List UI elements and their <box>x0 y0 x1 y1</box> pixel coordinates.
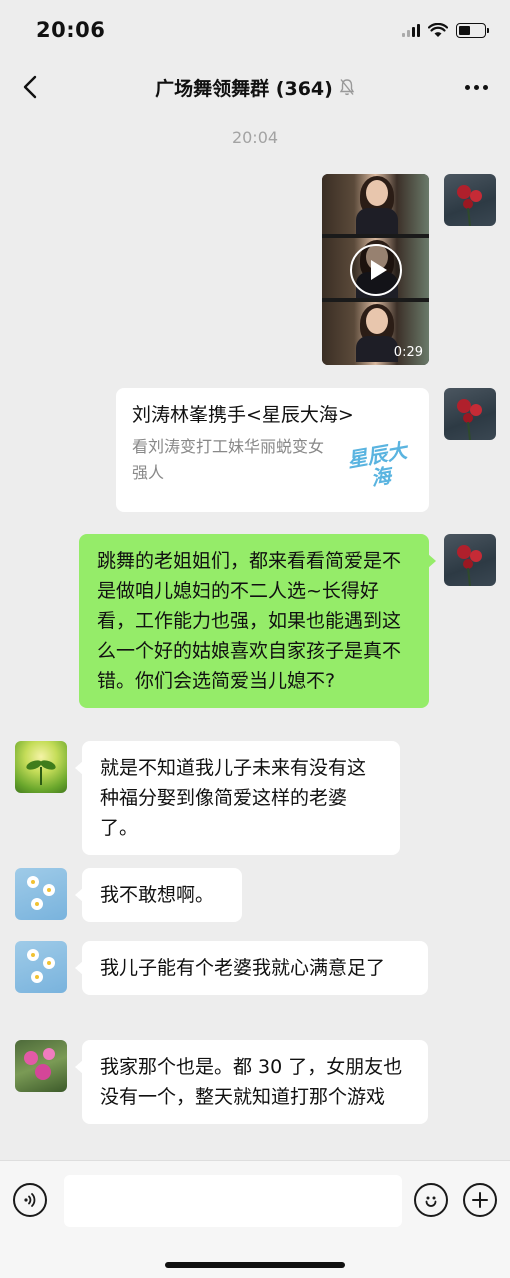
wifi-icon <box>428 22 448 37</box>
emoji-icon <box>425 1196 437 1207</box>
message-input[interactable] <box>64 1175 402 1227</box>
flower-avatar-image <box>24 1048 55 1080</box>
avatar-member[interactable] <box>15 941 67 993</box>
back-icon <box>23 75 37 99</box>
rose-avatar-image <box>457 185 482 226</box>
message-timestamp: 20:04 <box>231 128 279 147</box>
avatar-member[interactable] <box>15 868 67 920</box>
message-bubble[interactable]: 我儿子能有个老婆我就心满意足了 <box>75 941 428 995</box>
link-card-logo: 星辰大海 <box>345 438 409 491</box>
voice-button[interactable] <box>13 1183 47 1217</box>
link-card-description: 看刘涛变打工妹华丽蜕变女强人 <box>132 437 325 482</box>
message-bubble[interactable]: 跳舞的老姐姐们，都来看看简爱是不是做咱儿媳妇的不二人选~长得好看，工作能力也强，… <box>79 534 436 708</box>
status-time: 20:06 <box>36 18 106 42</box>
home-indicator[interactable] <box>165 1262 345 1268</box>
input-bar <box>0 1160 510 1278</box>
avatar-member[interactable] <box>15 1040 67 1092</box>
plus-button[interactable] <box>463 1183 497 1217</box>
video-message[interactable]: 0:29 <box>322 174 429 365</box>
message-bubble[interactable]: 我不敢想啊。 <box>75 868 242 922</box>
voice-icon <box>24 1193 36 1207</box>
signal-icon <box>402 23 420 37</box>
daisy-avatar-image <box>27 949 55 983</box>
avatar-self[interactable] <box>444 174 496 226</box>
video-frame <box>322 174 429 234</box>
video-duration: 0:29 <box>393 345 423 360</box>
battery-icon <box>456 22 489 38</box>
message-bubble[interactable]: 我家那个也是。都 30 了，女朋友也没有一个，整天就知道打那个游戏 <box>75 1040 428 1124</box>
link-card-message[interactable]: 刘涛林峯携手<星辰大海> 看刘涛变打工妹华丽蜕变女强人 星辰大海 <box>116 388 429 512</box>
nav-bar: 广场舞领舞群 (364) <box>0 60 510 114</box>
chat-title: 广场舞领舞群 (364) <box>155 74 355 101</box>
mute-icon <box>339 78 355 96</box>
message-bubble[interactable]: 就是不知道我儿子未来有没有这种福分娶到像简爱这样的老婆了。 <box>75 741 400 855</box>
avatar-self[interactable] <box>444 388 496 440</box>
more-button[interactable] <box>460 72 492 102</box>
avatar-member[interactable] <box>15 741 67 793</box>
status-bar: 20:06 <box>0 0 510 60</box>
chat-title-text: 广场舞领舞群 (364) <box>155 77 333 100</box>
plus-icon <box>472 1192 488 1208</box>
rose-avatar-image <box>457 399 482 440</box>
link-card-title: 刘涛林峯携手<星辰大海> <box>132 404 354 426</box>
play-icon[interactable] <box>350 244 402 296</box>
more-icon <box>464 84 470 90</box>
back-button[interactable] <box>16 72 44 102</box>
sprout-avatar-image <box>26 760 56 785</box>
status-icons <box>402 22 489 38</box>
avatar-self[interactable] <box>444 534 496 586</box>
rose-avatar-image <box>457 545 482 586</box>
emoji-button[interactable] <box>414 1183 448 1217</box>
daisy-avatar-image <box>27 876 55 910</box>
